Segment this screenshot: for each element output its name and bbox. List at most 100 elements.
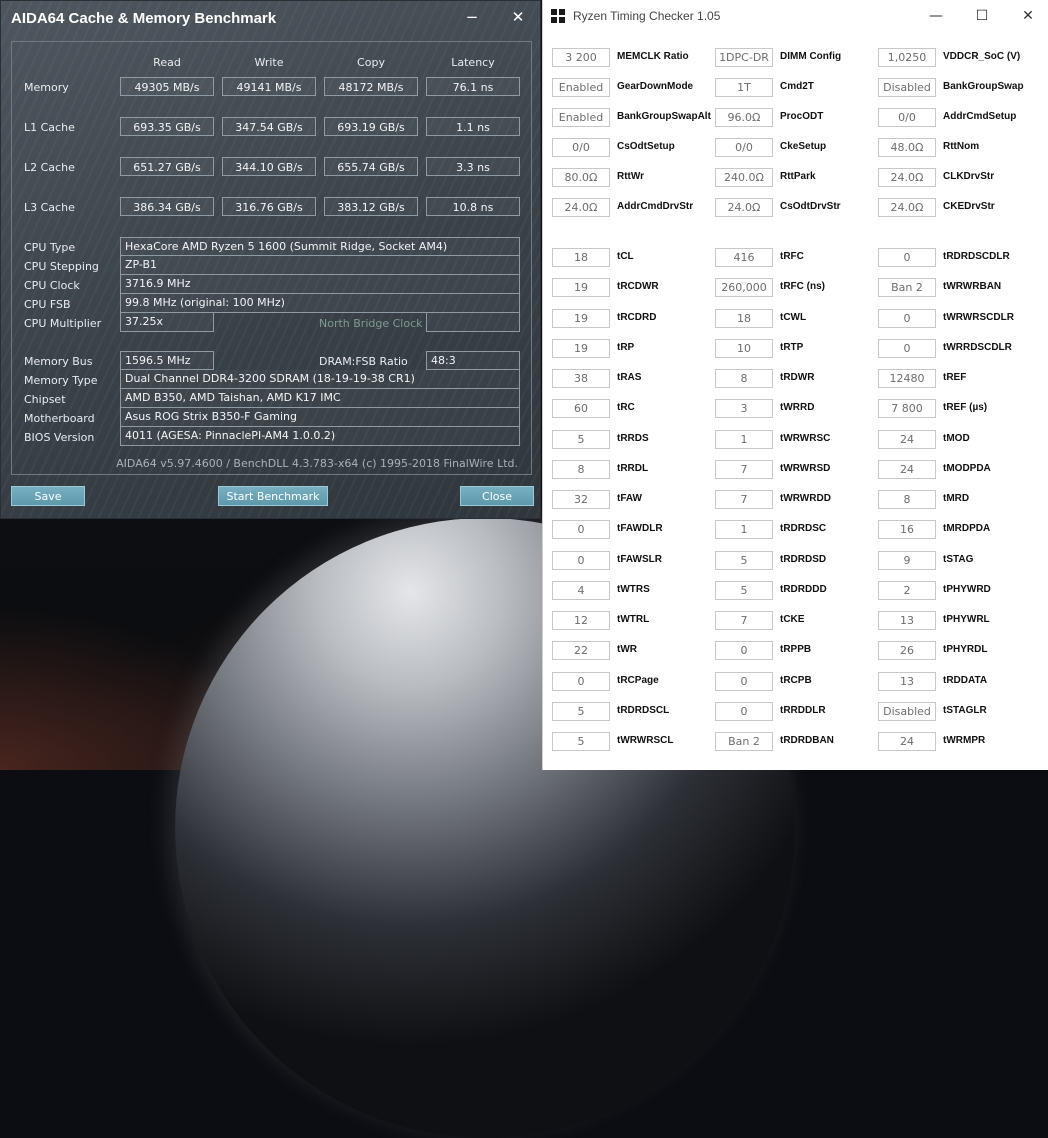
timing-value-tref[interactable]: 12480 — [878, 369, 936, 388]
timing-value-addrcmddrvstr[interactable]: 24.0Ω — [552, 198, 610, 217]
timing-value-trdrdscdlr[interactable]: 0 — [878, 248, 936, 267]
timing-value-bankgroupswap[interactable]: Disabled — [878, 78, 936, 97]
timing-value-tphywrd[interactable]: 2 — [878, 581, 936, 600]
timing-value-trdrdsc[interactable]: 1 — [715, 520, 773, 539]
timing-value-twtrs[interactable]: 4 — [552, 581, 610, 600]
timing-label-tstag: tSTAG — [943, 554, 974, 565]
timing-value-tras[interactable]: 38 — [552, 369, 610, 388]
timing-value-twrrdscdlr[interactable]: 0 — [878, 339, 936, 358]
timing-value-trdrdban[interactable]: Ban 2 — [715, 732, 773, 751]
cpu-fsb-label: CPU FSB — [24, 298, 71, 311]
timing-value-twrmpr[interactable]: 24 — [878, 732, 936, 751]
timing-value-vddcr-soc-v[interactable]: 1,0250 — [878, 48, 936, 67]
copy-value: 655.74 GB/s — [324, 157, 418, 176]
copy-value: 48172 MB/s — [324, 77, 418, 96]
window-title: Ryzen Timing Checker 1.05 — [573, 9, 721, 23]
timing-value-twrwrban[interactable]: Ban 2 — [878, 278, 936, 297]
close-button[interactable]: Close — [460, 486, 534, 506]
memory-bus-value: 1596.5 MHz — [120, 351, 214, 370]
timing-label-addrcmdsetup: AddrCmdSetup — [943, 111, 1017, 122]
cpu-clock-label: CPU Clock — [24, 279, 80, 292]
minimize-button[interactable]: − — [462, 7, 482, 27]
timing-value-rttnom[interactable]: 48.0Ω — [878, 138, 936, 157]
latency-value: 10.8 ns — [426, 197, 520, 216]
timing-value-tcke[interactable]: 7 — [715, 611, 773, 630]
timing-value-tcl[interactable]: 18 — [552, 248, 610, 267]
timing-value-trppb[interactable]: 0 — [715, 641, 773, 660]
timing-value-procodt[interactable]: 96.0Ω — [715, 108, 773, 127]
timing-value-trdwr[interactable]: 8 — [715, 369, 773, 388]
timing-label-trppb: tRPPB — [780, 644, 812, 655]
timing-label-twrrdscdlr: tWRRDSCDLR — [943, 342, 1012, 353]
timing-value-twtrl[interactable]: 12 — [552, 611, 610, 630]
timing-value-trfc-ns[interactable]: 260,000 — [715, 278, 773, 297]
timing-value-tphywrl[interactable]: 13 — [878, 611, 936, 630]
timing-value-csodtdrvstr[interactable]: 24.0Ω — [715, 198, 773, 217]
ryzen-timing-checker-window: Ryzen Timing Checker 1.05 — ☐ ✕ 3 200 MEM… — [542, 0, 1048, 770]
timing-value-twrwrsd[interactable]: 7 — [715, 460, 773, 479]
timing-value-trfc[interactable]: 416 — [715, 248, 773, 267]
timing-value-tref-s[interactable]: 7 800 — [878, 399, 936, 418]
timing-value-trcpb[interactable]: 0 — [715, 672, 773, 691]
timing-value-trdrdsd[interactable]: 5 — [715, 551, 773, 570]
dram-ratio-label: DRAM:FSB Ratio — [319, 355, 408, 368]
timing-value-addrcmdsetup[interactable]: 0/0 — [878, 108, 936, 127]
timing-value-trcdwr[interactable]: 19 — [552, 278, 610, 297]
timing-value-twrrd[interactable]: 3 — [715, 399, 773, 418]
timing-label-trfc-ns: tRFC (ns) — [780, 281, 825, 292]
column-read: Read — [153, 56, 181, 69]
minimize-button[interactable]: — — [921, 6, 951, 26]
timing-value-trc[interactable]: 60 — [552, 399, 610, 418]
timing-value-ckedrvstr[interactable]: 24.0Ω — [878, 198, 936, 217]
timing-value-tphyrdl[interactable]: 26 — [878, 641, 936, 660]
timing-value-tstag[interactable]: 9 — [878, 551, 936, 570]
read-value: 693.35 GB/s — [120, 117, 214, 136]
timing-value-bankgroupswapalt[interactable]: Enabled — [552, 108, 610, 127]
timing-value-trtp[interactable]: 10 — [715, 339, 773, 358]
timing-value-twrwrscl[interactable]: 5 — [552, 732, 610, 751]
timing-value-clkdrvstr[interactable]: 24.0Ω — [878, 168, 936, 187]
save-button[interactable]: Save — [11, 486, 85, 506]
timing-value-csodtsetup[interactable]: 0/0 — [552, 138, 610, 157]
timing-label-trrds: tRRDS — [617, 433, 649, 444]
timing-value-trcpage[interactable]: 0 — [552, 672, 610, 691]
timing-value-tmrd[interactable]: 8 — [878, 490, 936, 509]
timing-value-tcwl[interactable]: 18 — [715, 309, 773, 328]
timing-value-trrds[interactable]: 5 — [552, 430, 610, 449]
start-benchmark-button[interactable]: Start Benchmark — [218, 486, 328, 506]
timing-label-twrwrban: tWRWRBAN — [943, 281, 1002, 292]
timing-value-twrwrsc[interactable]: 1 — [715, 430, 773, 449]
timing-value-trdrddd[interactable]: 5 — [715, 581, 773, 600]
timing-value-rttwr[interactable]: 80.0Ω — [552, 168, 610, 187]
timing-value-tmod[interactable]: 24 — [878, 430, 936, 449]
timing-value-tstaglr[interactable]: Disabled — [878, 702, 936, 721]
timing-value-tfawdlr[interactable]: 0 — [552, 520, 610, 539]
maximize-button[interactable]: ☐ — [967, 6, 997, 26]
timing-value-trrdl[interactable]: 8 — [552, 460, 610, 479]
timing-label-dimm-config: DIMM Config — [780, 51, 842, 62]
timing-value-twr[interactable]: 22 — [552, 641, 610, 660]
timing-value-tfawslr[interactable]: 0 — [552, 551, 610, 570]
timing-value-trcdrd[interactable]: 19 — [552, 309, 610, 328]
column-copy: Copy — [357, 56, 385, 69]
timing-value-geardownmode[interactable]: Enabled — [552, 78, 610, 97]
timing-value-cmd2t[interactable]: 1T — [715, 78, 773, 97]
timing-value-twrwrscdlr[interactable]: 0 — [878, 309, 936, 328]
timing-value-trdrdscl[interactable]: 5 — [552, 702, 610, 721]
timing-value-tmrdpda[interactable]: 16 — [878, 520, 936, 539]
timing-value-twrwrdd[interactable]: 7 — [715, 490, 773, 509]
timing-value-trddata[interactable]: 13 — [878, 672, 936, 691]
timing-value-trp[interactable]: 19 — [552, 339, 610, 358]
timing-value-trrddlr[interactable]: 0 — [715, 702, 773, 721]
motherboard-label: Motherboard — [24, 412, 95, 425]
timing-value-dimm-config[interactable]: 1DPC-DR — [715, 48, 773, 67]
timing-value-memclk-ratio[interactable]: 3 200 — [552, 48, 610, 67]
timing-value-rttpark[interactable]: 240.0Ω — [715, 168, 773, 187]
close-icon[interactable]: ✕ — [508, 7, 528, 27]
close-button[interactable]: ✕ — [1013, 6, 1043, 26]
timing-label-tcwl: tCWL — [780, 312, 807, 323]
timing-label-trp: tRP — [617, 342, 635, 353]
timing-value-ckesetup[interactable]: 0/0 — [715, 138, 773, 157]
timing-value-tfaw[interactable]: 32 — [552, 490, 610, 509]
timing-value-tmodpda[interactable]: 24 — [878, 460, 936, 479]
